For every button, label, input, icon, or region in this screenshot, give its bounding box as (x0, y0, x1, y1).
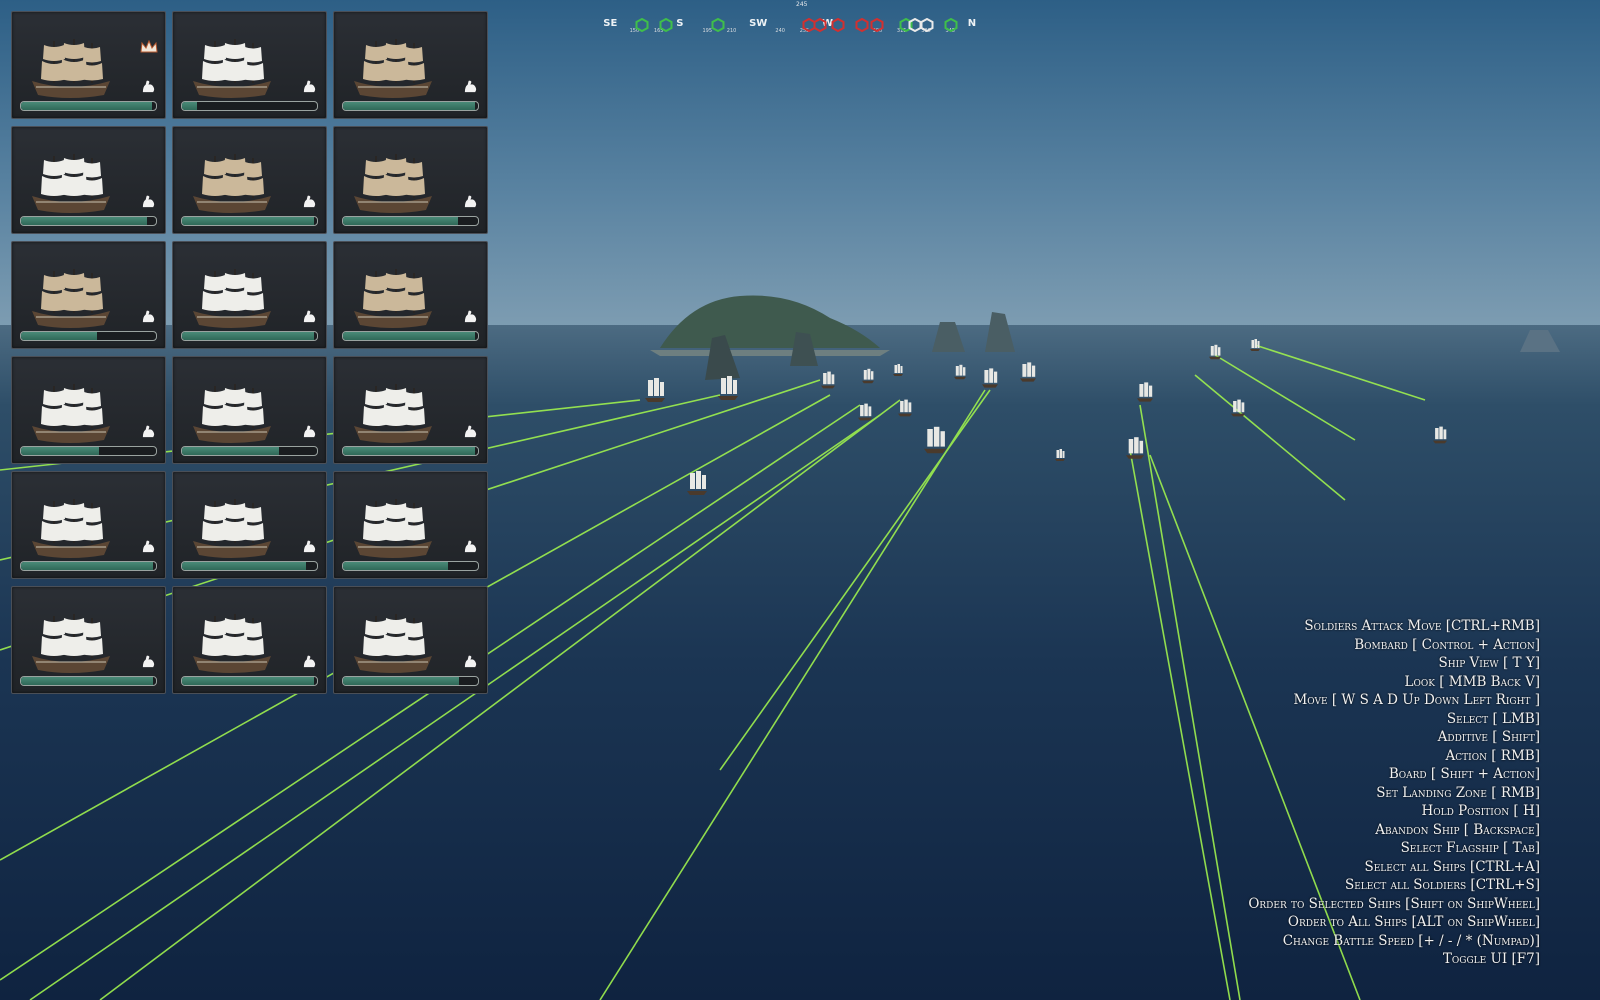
control-hint: Hold Position [ H] (1421, 803, 1540, 819)
health-bar (20, 101, 157, 111)
health-fill (182, 102, 197, 110)
health-fill (21, 217, 147, 225)
health-bar (181, 676, 318, 686)
controls-help: Soldiers Attack Move [CTRL+RMB] Bombard [… (1248, 617, 1540, 969)
compass-degree: 210 (726, 28, 737, 34)
health-fill (21, 677, 154, 685)
ship-card[interactable] (333, 126, 488, 234)
compass-label: S (676, 18, 684, 29)
ship-card[interactable] (11, 126, 166, 234)
ship-card[interactable] (172, 241, 327, 349)
ship-marker-icon (920, 17, 934, 36)
control-hint: Ship View [ T Y] (1438, 655, 1540, 671)
health-bar (342, 561, 479, 571)
control-hint: Select all Soldiers [CTRL+S] (1344, 877, 1540, 893)
health-fill (182, 677, 315, 685)
health-fill (21, 562, 154, 570)
health-bar (342, 216, 479, 226)
control-hint: Order to Selected Ships [Shift on ShipWh… (1248, 895, 1540, 912)
ship-card[interactable] (333, 241, 488, 349)
health-bar (181, 561, 318, 571)
ship-card[interactable] (333, 471, 488, 579)
ship-card[interactable] (333, 356, 488, 464)
health-fill (343, 332, 476, 340)
health-bar (20, 331, 157, 341)
health-fill (343, 447, 476, 455)
control-hint: Select Flagship [ Tab] (1400, 840, 1540, 856)
health-bar (181, 331, 318, 341)
ship-marker-icon (635, 17, 649, 36)
compass-bar: 245 SE S SW W N 150 165 195 210 240 255 300 315 330 34… (585, 0, 1005, 40)
ship-card[interactable] (333, 11, 488, 119)
compass-label: SE (603, 18, 618, 29)
health-bar (181, 216, 318, 226)
control-hint: Change Battle Speed [+ / - / * (Numpad)] (1282, 932, 1540, 949)
ship-card[interactable] (333, 586, 488, 694)
health-fill (182, 447, 280, 455)
health-fill (343, 562, 449, 570)
ship-card[interactable] (11, 471, 166, 579)
compass-label: SW (749, 18, 768, 29)
ship-marker-icon (870, 17, 884, 36)
control-hint: Select all Ships [CTRL+A] (1364, 858, 1540, 875)
health-fill (343, 677, 460, 685)
ship-marker-icon (813, 17, 827, 36)
health-bar (181, 101, 318, 111)
health-fill (21, 102, 152, 110)
health-bar (20, 216, 157, 226)
ship-card[interactable] (172, 126, 327, 234)
health-fill (21, 332, 97, 340)
health-fill (343, 102, 476, 110)
ship-marker-icon (711, 17, 725, 36)
ship-card[interactable] (11, 356, 166, 464)
compass-label: N (967, 18, 977, 29)
ship-card[interactable] (172, 586, 327, 694)
ship-card[interactable] (172, 356, 327, 464)
control-hint: Board [ Shift + Action] (1388, 766, 1540, 782)
control-hint: Move [ W S A D Up Down Left Right ] (1293, 692, 1540, 708)
control-hint: Order to All Ships [ALT on ShipWheel] (1287, 914, 1540, 930)
health-bar (342, 101, 479, 111)
fleet-panel (11, 11, 488, 694)
ship-card[interactable] (172, 11, 327, 119)
health-bar (20, 561, 157, 571)
ship-card[interactable] (11, 586, 166, 694)
health-bar (20, 676, 157, 686)
control-hint: Soldiers Attack Move [CTRL+RMB] (1304, 618, 1540, 634)
health-fill (182, 562, 307, 570)
control-hint: Additive [ Shift] (1437, 729, 1540, 745)
ship-card[interactable] (11, 11, 166, 119)
control-hint: Set Landing Zone [ RMB] (1376, 784, 1540, 801)
ship-card[interactable] (11, 241, 166, 349)
ship-card[interactable] (172, 471, 327, 579)
control-hint: Bombard [ Control + Action] (1354, 636, 1540, 653)
control-hint: Abandon Ship [ Backspace] (1375, 821, 1540, 838)
health-bar (342, 446, 479, 456)
health-bar (342, 676, 479, 686)
health-fill (21, 447, 100, 455)
ship-marker-icon (659, 17, 673, 36)
ship-marker-icon (944, 17, 958, 36)
control-hint: Select [ LMB] (1446, 710, 1540, 727)
compass-degree: 240 (775, 28, 785, 34)
control-hint: Action [ RMB] (1445, 747, 1540, 764)
compass-heading: 245 (796, 1, 808, 8)
health-fill (182, 217, 315, 225)
ship-marker-icon (855, 17, 869, 36)
control-hint: Toggle UI [F7] (1442, 951, 1540, 967)
control-hint: Look [ MMB Back V] (1404, 673, 1541, 690)
health-bar (342, 331, 479, 341)
health-fill (182, 332, 315, 340)
health-bar (181, 446, 318, 456)
health-bar (20, 446, 157, 456)
health-fill (343, 217, 458, 225)
ship-marker-icon (831, 17, 845, 36)
